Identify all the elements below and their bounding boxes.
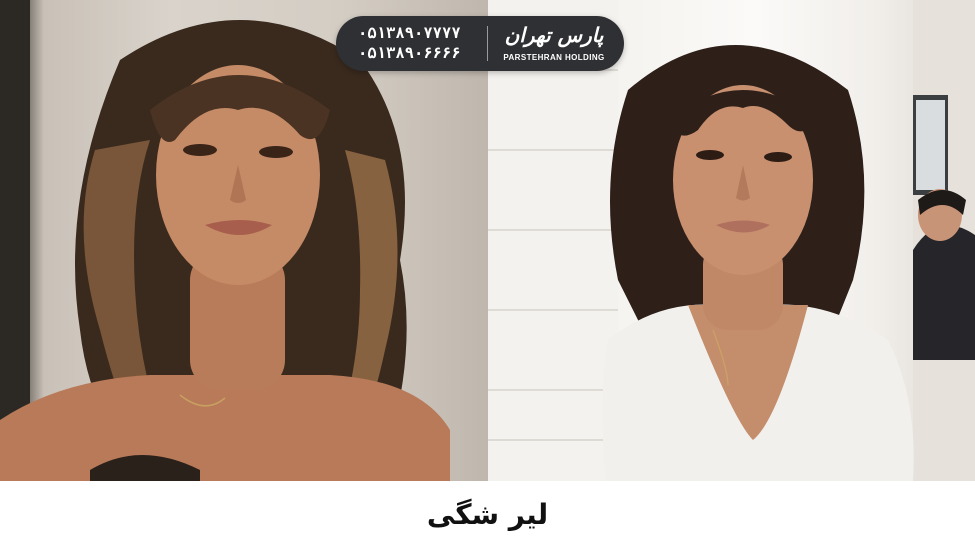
phone-number-2[interactable]: ۰۵۱۳۸۹۰۶۶۶۶ <box>358 43 480 63</box>
background-person <box>913 225 975 360</box>
photo-right-short-shag <box>488 0 975 481</box>
caption-title: لیر شگی <box>426 498 549 531</box>
photo-left-illustration <box>0 0 450 481</box>
white-brick-wall <box>488 0 618 481</box>
brand-contact-badge: ۰۵۱۳۸۹۰۷۷۷۷ ۰۵۱۳۸۹۰۶۶۶۶ پارس تهران PARST… <box>336 16 624 71</box>
phone-number-1[interactable]: ۰۵۱۳۸۹۰۷۷۷۷ <box>358 23 480 43</box>
photo-left-long-shag <box>0 0 488 481</box>
brand-logo: پارس تهران <box>504 23 604 47</box>
brand-name: PARSTEHRAN HOLDING <box>503 53 605 62</box>
right-eye <box>764 152 792 162</box>
left-eye <box>183 144 217 156</box>
photo-right-illustration <box>488 0 975 481</box>
badge-divider <box>487 26 488 61</box>
left-eye <box>696 150 724 160</box>
window-glass <box>916 100 945 190</box>
shoulders <box>0 375 450 481</box>
right-eye <box>259 146 293 158</box>
caption-bar: لیر شگی <box>0 481 975 548</box>
phone-numbers: ۰۵۱۳۸۹۰۷۷۷۷ ۰۵۱۳۸۹۰۶۶۶۶ <box>358 23 480 63</box>
page: ۰۵۱۳۸۹۰۷۷۷۷ ۰۵۱۳۸۹۰۶۶۶۶ پارس تهران PARST… <box>0 0 975 548</box>
